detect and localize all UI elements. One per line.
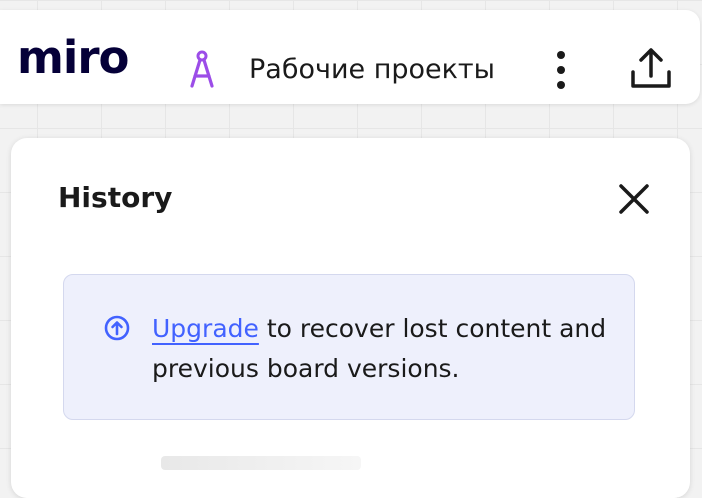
- close-icon: [619, 184, 649, 214]
- miro-logo[interactable]: miro: [17, 30, 129, 86]
- upgrade-link[interactable]: Upgrade: [152, 314, 259, 343]
- upgrade-arrow-circle-icon: [104, 315, 130, 341]
- upgrade-notice: Upgrade to recover lost content and prev…: [63, 274, 635, 420]
- more-options-button[interactable]: [546, 46, 576, 94]
- board-title[interactable]: Рабочие проекты: [249, 52, 495, 88]
- upload-icon: [631, 48, 671, 88]
- notice-text: Upgrade to recover lost content and prev…: [152, 309, 622, 389]
- history-panel: History Upgrade to recover lost content …: [11, 138, 690, 498]
- share-upload-button[interactable]: [626, 46, 676, 94]
- panel-title: History: [58, 181, 173, 214]
- close-button[interactable]: [614, 179, 654, 219]
- compass-icon: [190, 50, 214, 88]
- top-bar: miro Рабочие проекты: [0, 10, 700, 104]
- history-item-placeholder: [161, 456, 361, 470]
